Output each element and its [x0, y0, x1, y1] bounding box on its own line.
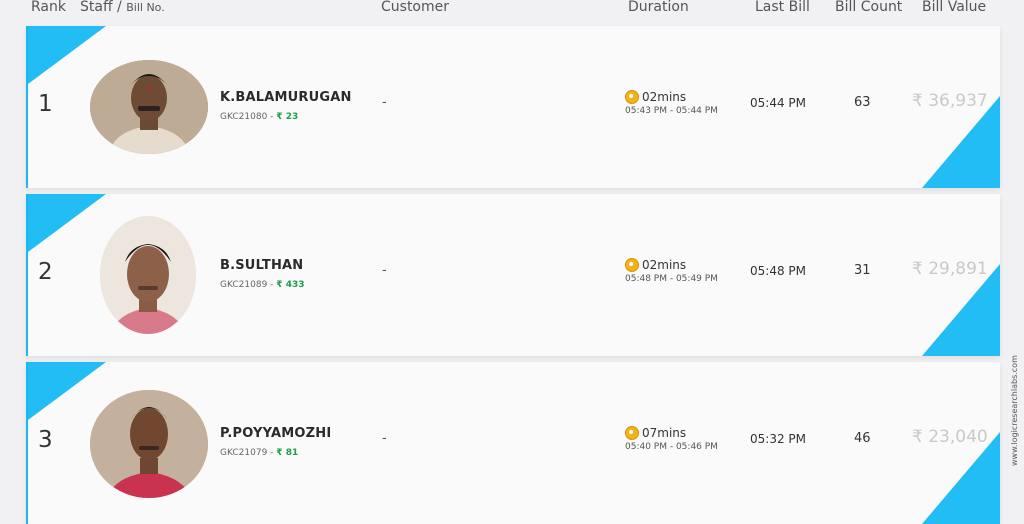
bill-count: 46 — [854, 431, 871, 446]
staff-name: P.POYYAMOZHI — [220, 426, 332, 441]
staff-photo — [90, 60, 208, 154]
bill-number: GKC21089 — [220, 280, 268, 290]
duration-range: 05:40 PM - 05:46 PM — [625, 442, 718, 452]
rank-number: 2 — [38, 259, 53, 285]
header-bill-value: Bill Value — [922, 0, 987, 15]
watermark-text: www.logicresearchlabs.com — [1010, 355, 1019, 466]
staff-photo — [90, 390, 208, 498]
duration-range: 05:43 PM - 05:44 PM — [625, 106, 718, 116]
watermark: www.logicresearchlabs.com — [1008, 342, 1024, 476]
header-bill-count: Bill Count — [835, 0, 903, 15]
bill-separator: - — [267, 448, 277, 458]
bill-value: ₹ 23,040 — [912, 427, 988, 447]
staff-row[interactable]: 1 K.BALAMURUGAN GKC21080 - ₹ 23 - 02mins… — [26, 26, 1000, 188]
header-bill-no: Bill No. — [126, 1, 165, 14]
duration-range: 05:48 PM - 05:49 PM — [625, 274, 718, 284]
duration-value: 02mins — [642, 258, 687, 272]
duration-cell: 02mins 05:43 PM - 05:44 PM — [625, 90, 718, 116]
header-staff-label: Staff / — [80, 0, 122, 15]
staff-bill-info: GKC21089 - ₹ 433 — [220, 280, 304, 290]
stopwatch-icon — [625, 426, 639, 440]
header-last-bill: Last Bill — [755, 0, 810, 15]
customer-value: - — [382, 431, 387, 446]
stopwatch-icon — [625, 258, 639, 272]
header-staff: Staff / Bill No. — [80, 0, 165, 17]
header-customer: Customer — [381, 0, 450, 15]
bill-amount: ₹ 81 — [276, 448, 299, 458]
duration-cell: 07mins 05:40 PM - 05:46 PM — [625, 426, 718, 452]
last-bill-time: 05:32 PM — [750, 432, 806, 446]
corner-accent-top — [28, 26, 106, 84]
staff-name: B.SULTHAN — [220, 258, 304, 273]
corner-accent-top — [28, 194, 106, 252]
duration-cell: 02mins 05:48 PM - 05:49 PM — [625, 258, 718, 284]
bill-number: GKC21080 — [220, 112, 268, 122]
staff-bill-info: GKC21080 - ₹ 23 — [220, 112, 298, 122]
stopwatch-icon — [625, 90, 639, 104]
rank-number: 1 — [38, 91, 53, 117]
bill-amount: ₹ 23 — [276, 112, 299, 122]
bill-separator: - — [267, 112, 277, 122]
customer-value: - — [382, 263, 387, 278]
header-rank: Rank — [31, 0, 66, 15]
staff-bill-info: GKC21079 - ₹ 81 — [220, 448, 298, 458]
bill-count: 63 — [854, 95, 871, 110]
staff-photo — [100, 216, 196, 334]
bill-amount: ₹ 433 — [276, 280, 305, 290]
last-bill-time: 05:48 PM — [750, 264, 806, 278]
last-bill-time: 05:44 PM — [750, 96, 806, 110]
rank-number: 3 — [38, 427, 53, 453]
bill-count: 31 — [854, 263, 871, 278]
bill-number: GKC21079 — [220, 448, 268, 458]
staff-name: K.BALAMURUGAN — [220, 90, 352, 105]
duration-value: 02mins — [642, 90, 687, 104]
staff-row[interactable]: 3 P.POYYAMOZHI GKC21079 - ₹ 81 - 07mins … — [26, 362, 1000, 524]
corner-accent-top — [28, 362, 106, 420]
header-duration: Duration — [628, 0, 689, 15]
duration-value: 07mins — [642, 426, 687, 440]
customer-value: - — [382, 95, 387, 110]
bill-value: ₹ 36,937 — [912, 91, 988, 111]
bill-separator: - — [267, 280, 277, 290]
bill-value: ₹ 29,891 — [912, 259, 988, 279]
staff-row[interactable]: 2 B.SULTHAN GKC21089 - ₹ 433 - 02mins 05… — [26, 194, 1000, 356]
